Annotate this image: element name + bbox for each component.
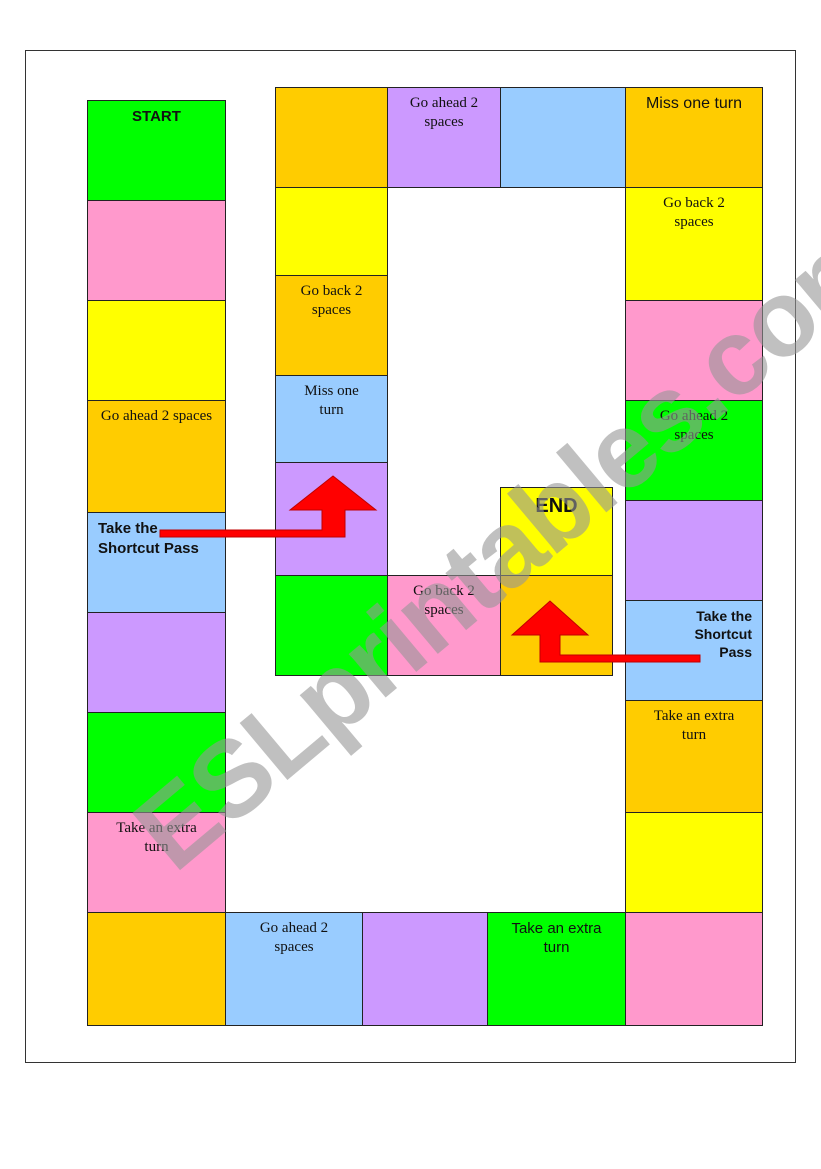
space: [275, 462, 388, 576]
space-label: Go back 2 spaces: [413, 583, 475, 618]
space-go-ahead: Go ahead 2 spaces: [387, 87, 501, 188]
space-label: Take the Shortcut Pass: [694, 608, 752, 660]
space: [87, 300, 226, 401]
space-label: Go ahead 2 spaces: [259, 920, 329, 955]
space: [275, 87, 388, 188]
space: [275, 575, 388, 676]
space: [625, 500, 763, 601]
space-label: Go back 2 spaces: [300, 283, 363, 318]
end-label: END: [535, 495, 578, 517]
space: [362, 912, 488, 1026]
space-label: Take the Shortcut Pass: [98, 520, 199, 557]
space: [87, 200, 226, 301]
space-label: Miss one turn: [645, 95, 743, 112]
space-miss-turn: Miss one turn: [275, 375, 388, 463]
space: [87, 912, 226, 1026]
space: [625, 812, 763, 913]
space-extra-turn: Take an extra turn: [87, 812, 226, 913]
space-go-back: Go back 2 spaces: [275, 275, 388, 376]
space-extra-turn: Take an extra turn: [487, 912, 626, 1026]
space-go-back: Go back 2 spaces: [625, 187, 763, 301]
space-shortcut: Take the Shortcut Pass: [87, 512, 226, 613]
space-end: END: [500, 487, 613, 576]
space-label: Go ahead 2 spaces: [659, 408, 729, 443]
space-start: START: [87, 100, 226, 201]
space-label: Miss one turn: [304, 383, 359, 418]
space-label: Go ahead 2 spaces: [409, 95, 479, 130]
space-label: Take an extra turn: [511, 920, 602, 956]
space-shortcut: Take the Shortcut Pass: [625, 600, 763, 701]
space-extra-turn: Take an extra turn: [625, 700, 763, 813]
space-label: Take an extra turn: [653, 708, 735, 743]
space-go-ahead: Go ahead 2 spaces: [225, 912, 363, 1026]
space: [625, 912, 763, 1026]
space-label: Go back 2 spaces: [663, 195, 725, 230]
space-label: Go ahead 2 spaces: [100, 408, 213, 424]
space: [87, 612, 226, 713]
space-label: Take an extra turn: [116, 820, 197, 855]
start-label: START: [132, 108, 181, 125]
space-go-back: Go back 2 spaces: [387, 575, 501, 676]
space-miss-turn: Miss one turn: [625, 87, 763, 188]
space: [625, 300, 763, 401]
space: [500, 87, 626, 188]
space: [275, 187, 388, 276]
space-go-ahead: Go ahead 2 spaces: [87, 400, 226, 513]
space: [500, 575, 613, 676]
space: [87, 712, 226, 813]
space-go-ahead: Go ahead 2 spaces: [625, 400, 763, 501]
